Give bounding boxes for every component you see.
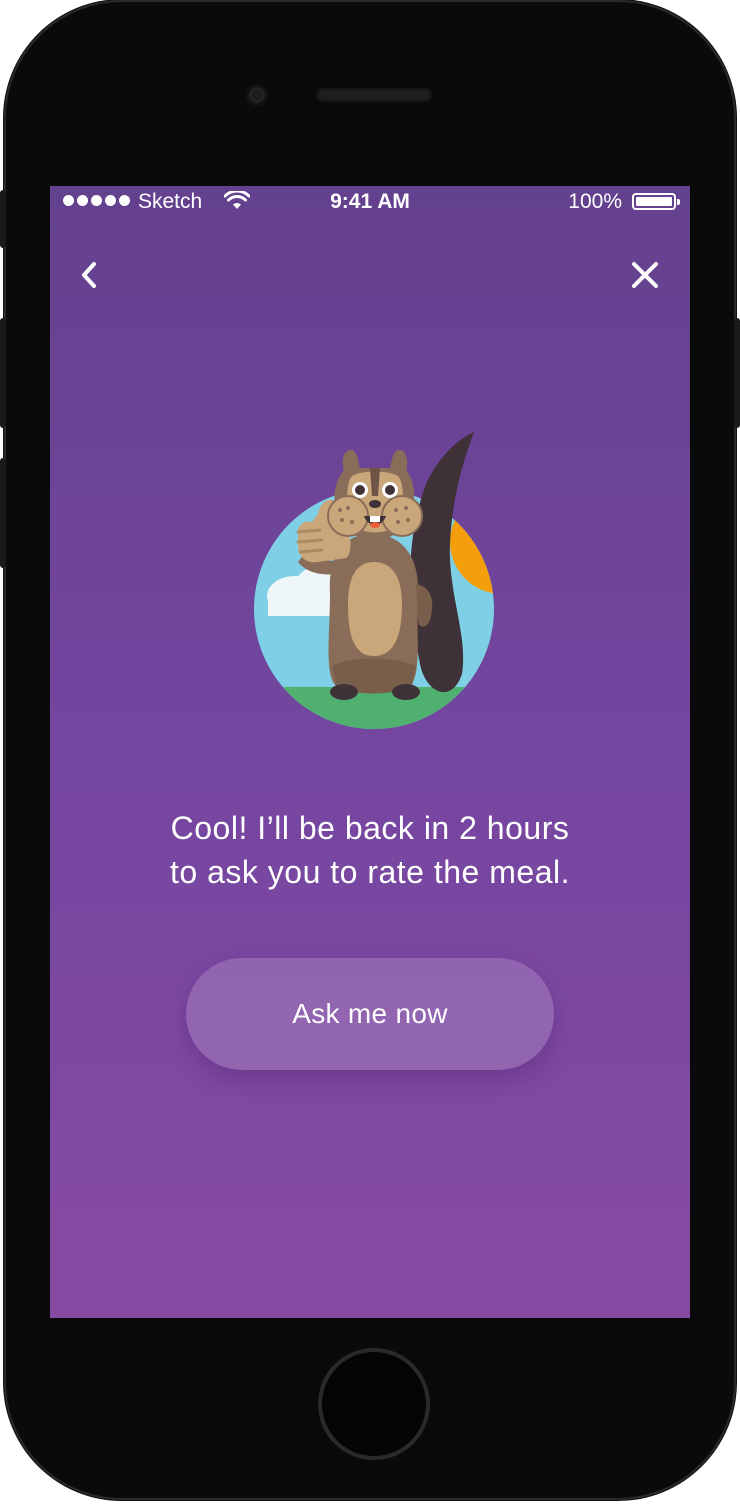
close-button[interactable] [628,258,662,292]
ask-me-now-button[interactable]: Ask me now [186,958,554,1070]
close-icon [632,262,658,288]
app-screen: Sketch 9:41 AM 100% Cool! I’ll be back i… [50,186,690,1318]
battery-icon [632,193,680,210]
status-bar: Sketch 9:41 AM 100% [50,186,690,218]
message-line-1: Cool! I’ll be back in 2 hours [170,810,570,846]
confirmation-message: Cool! I’ll be back in 2 hours to ask you… [90,806,650,894]
message-line-2: to ask you to rate the meal. [170,854,570,890]
volume-up-button [0,318,6,428]
battery-percentage: 100% [568,190,622,213]
squirrel-thumbs-up-illustration [254,432,494,729]
volume-down-button [0,458,6,568]
front-camera [246,84,268,106]
back-button[interactable] [74,256,106,294]
silent-switch [0,190,6,248]
home-button[interactable] [318,1348,430,1460]
power-button [734,318,740,428]
chevron-left-icon [82,262,96,288]
earpiece-speaker [316,88,432,102]
